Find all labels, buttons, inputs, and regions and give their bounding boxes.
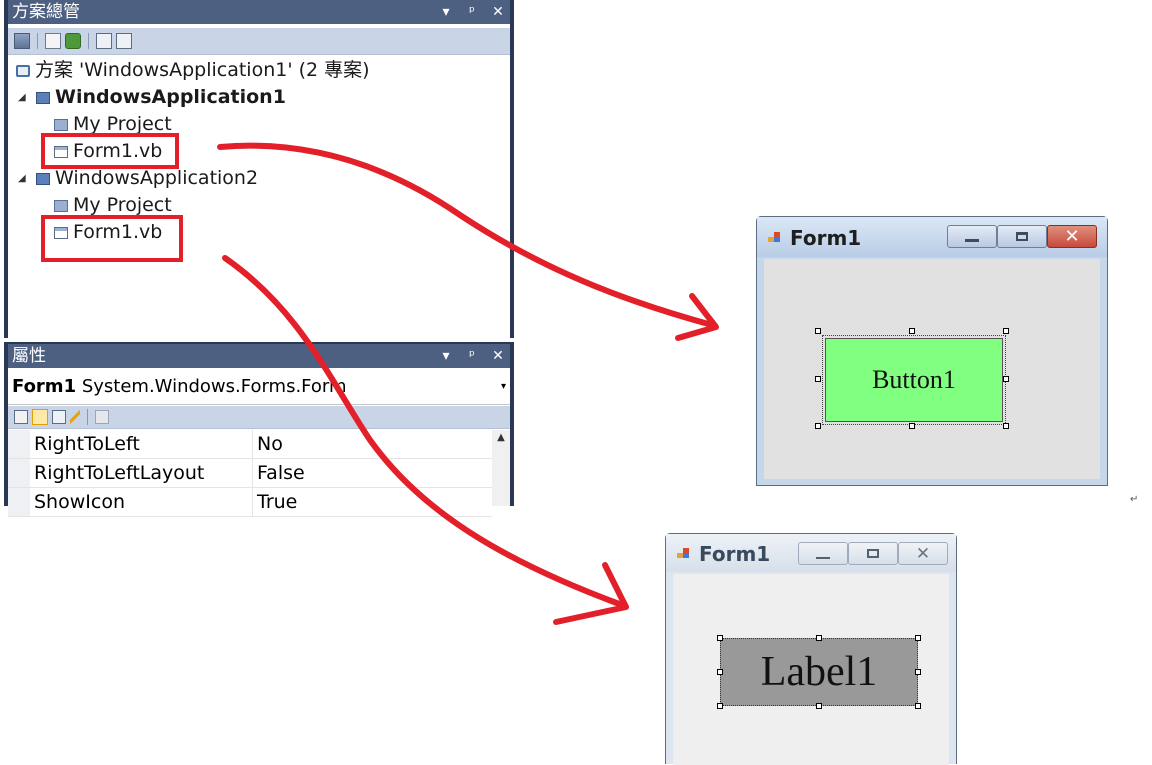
close-pane-button[interactable]: ✕ [492, 0, 504, 24]
close-button[interactable]: ✕ [1047, 225, 1097, 248]
properties-toolbar [8, 406, 510, 429]
object-selector-combo[interactable]: Form1 System.Windows.Forms.Form ▾ [8, 372, 510, 405]
view-designer-icon[interactable] [116, 33, 132, 49]
property-pages-icon[interactable] [95, 410, 109, 424]
my-project-icon [54, 200, 68, 212]
property-row[interactable]: RightToLeft No [8, 430, 492, 459]
categorized-icon[interactable] [14, 410, 28, 424]
resize-handle[interactable] [815, 423, 821, 429]
button1-control[interactable]: Button1 [822, 335, 1006, 425]
events-icon[interactable] [70, 410, 80, 424]
window-position-button[interactable]: ▾ [440, 0, 452, 24]
resize-handle[interactable] [909, 328, 915, 334]
highlight-box-form1-app1 [41, 133, 179, 169]
property-value[interactable]: No [252, 430, 283, 458]
tree-project1-node[interactable]: WindowsApplication1 [36, 86, 286, 108]
form1-designer-window-app1: Form1 ✕ Button1 [756, 216, 1108, 486]
form-title: Form1 [699, 542, 771, 566]
property-row[interactable]: RightToLeftLayout False [8, 459, 492, 488]
resize-handle[interactable] [1003, 423, 1009, 429]
show-all-files-icon[interactable] [45, 33, 61, 49]
solution-explorer-title-bar: 方案總管 ▾ ᵖ ✕ [8, 0, 510, 24]
property-grid-scrollbar[interactable]: ▲ [492, 430, 510, 506]
resize-handle[interactable] [717, 703, 723, 709]
maximize-icon [1016, 232, 1028, 241]
alphabetical-icon[interactable] [32, 409, 48, 425]
maximize-button[interactable] [848, 542, 898, 565]
solution-explorer-title: 方案總管 [12, 2, 80, 22]
property-row[interactable]: ShowIcon True [8, 488, 492, 517]
resize-handle[interactable] [915, 669, 921, 675]
solution-explorer-toolbar [8, 28, 510, 55]
property-grid: RightToLeft No RightToLeftLayout False S… [8, 430, 492, 517]
form-icon [677, 547, 691, 559]
close-button[interactable]: ✕ [898, 542, 948, 565]
close-icon: ✕ [915, 543, 931, 564]
solution-explorer-pane: 方案總管 ▾ ᵖ ✕ 方案 'WindowsApplication1' (2 專… [4, 0, 514, 338]
form-icon [768, 231, 782, 243]
resize-handle[interactable] [815, 328, 821, 334]
vb-project-icon [36, 173, 50, 185]
scroll-up-icon[interactable]: ▲ [492, 430, 510, 446]
resize-handle[interactable] [816, 703, 822, 709]
arrowhead-form-a [675, 293, 719, 341]
auto-hide-pin-button[interactable]: ᵖ [466, 344, 478, 368]
my-project-icon [54, 119, 68, 131]
tree-solution-node[interactable]: 方案 'WindowsApplication1' (2 專案) [16, 59, 370, 81]
view-code-icon[interactable] [96, 33, 112, 49]
expand-collapse-icon[interactable]: ◢ [18, 92, 26, 103]
expand-collapse-icon[interactable]: ◢ [18, 173, 26, 184]
properties-icon[interactable] [14, 33, 30, 49]
maximize-button[interactable] [997, 225, 1047, 248]
maximize-icon [867, 549, 879, 558]
dropdown-arrow-icon[interactable]: ▾ [501, 372, 506, 402]
form-title: Form1 [790, 226, 862, 250]
close-pane-button[interactable]: ✕ [492, 344, 504, 368]
arrowhead-form-b [553, 562, 629, 625]
auto-hide-pin-button[interactable]: ᵖ [466, 0, 478, 24]
resize-handle[interactable] [1003, 376, 1009, 382]
close-icon: ✕ [1064, 226, 1080, 247]
object-name: Form1 [12, 376, 77, 397]
label1-text: Label1 [760, 649, 878, 695]
property-name: ShowIcon [34, 491, 125, 513]
resize-handle[interactable] [717, 635, 723, 641]
minimize-icon [965, 239, 979, 242]
button1-face[interactable]: Button1 [825, 338, 1003, 422]
refresh-icon[interactable] [65, 33, 81, 49]
object-type: System.Windows.Forms.Form [81, 376, 347, 397]
resize-handle[interactable] [915, 635, 921, 641]
label1-control[interactable]: Label1 [720, 638, 918, 706]
vb-project-icon [36, 92, 50, 104]
resize-handle[interactable] [717, 669, 723, 675]
paragraph-return-mark: ↵ [1130, 494, 1139, 505]
properties-title: 屬性 [12, 346, 46, 366]
resize-handle[interactable] [909, 423, 915, 429]
property-name: RightToLeftLayout [34, 462, 205, 484]
solution-icon [16, 65, 30, 77]
properties-title-bar: 屬性 ▾ ᵖ ✕ [8, 344, 510, 368]
minimize-button[interactable] [947, 225, 997, 248]
resize-handle[interactable] [1003, 328, 1009, 334]
minimize-icon [816, 556, 830, 559]
properties-view-icon[interactable] [52, 410, 66, 424]
minimize-button[interactable] [798, 542, 848, 565]
property-value[interactable]: True [252, 488, 297, 516]
resize-handle[interactable] [815, 376, 821, 382]
property-name: RightToLeft [34, 433, 140, 455]
resize-handle[interactable] [915, 703, 921, 709]
property-value[interactable]: False [252, 459, 305, 487]
tree-project1-myproject[interactable]: My Project [54, 113, 172, 135]
highlight-box-form1-app2 [41, 215, 183, 262]
properties-pane: 屬性 ▾ ᵖ ✕ Form1 System.Windows.Forms.Form… [4, 342, 514, 517]
button1-label: Button1 [872, 365, 956, 394]
form1-designer-window-app2: Form1 ✕ Label1 [665, 533, 957, 765]
window-position-button[interactable]: ▾ [440, 344, 452, 368]
resize-handle[interactable] [816, 635, 822, 641]
tree-project2-myproject[interactable]: My Project [54, 194, 172, 216]
tree-project2-node[interactable]: WindowsApplication2 [36, 167, 258, 189]
